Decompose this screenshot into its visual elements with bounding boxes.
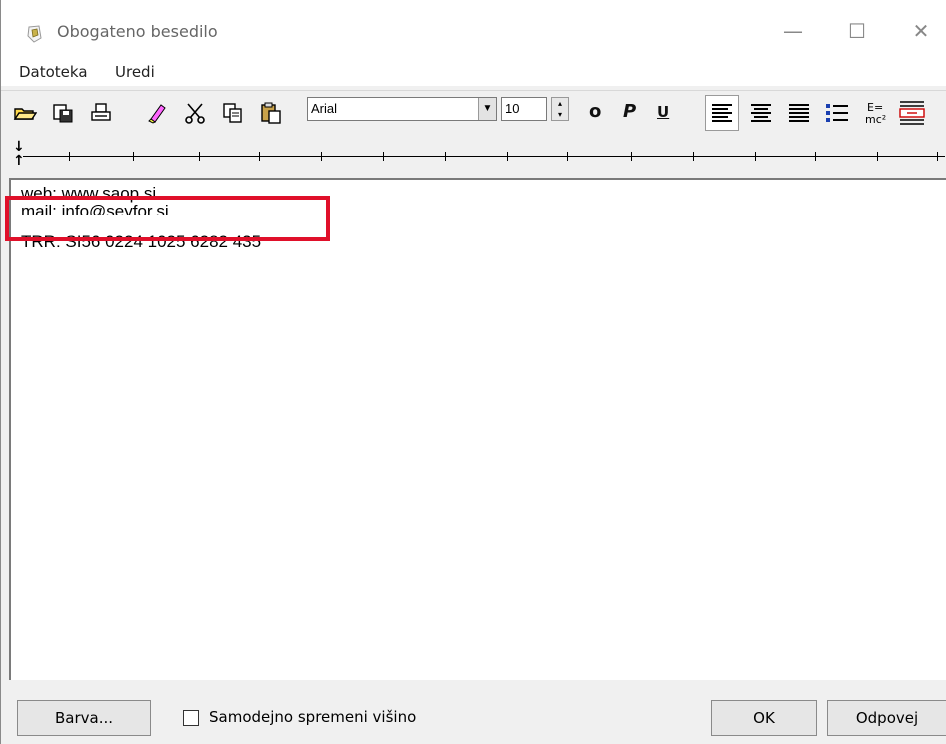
svg-text:mc²: mc² [865,113,886,126]
auto-height-checkbox[interactable] [183,710,199,726]
menu-edit[interactable]: Uredi [115,63,155,81]
highlight-box [5,196,330,241]
font-name-select[interactable]: Arial ▼ [307,97,497,121]
font-size-spinner[interactable]: ▴ ▾ [551,97,569,121]
align-left-button[interactable] [705,95,739,131]
ruler-tick [877,152,878,161]
italic-button[interactable]: P [623,101,636,122]
ruler-tick [755,152,756,161]
ruler-tick [259,152,260,161]
title-bar: Obogateno besedilo — ☐ ✕ [1,0,946,58]
close-button[interactable]: ✕ [901,16,941,46]
eraser-icon[interactable] [145,101,169,125]
dialog-footer: Barva... Samodejno spremeni višino OK Od… [1,682,946,744]
font-size-input[interactable]: 10 [501,97,547,121]
formatting-toolbar: Arial ▼ 10 ▴ ▾ o P U E= mc² [1,90,946,136]
insert-table-icon[interactable] [897,97,927,127]
equation-icon[interactable]: E= mc² [863,99,891,127]
ruler-tick [631,152,632,161]
align-center-icon[interactable] [747,99,775,127]
cancel-button[interactable]: Odpovej [827,700,946,736]
window-title: Obogateno besedilo [57,22,218,41]
rich-text-dialog: Obogateno besedilo — ☐ ✕ Datoteka Uredi [0,0,946,744]
font-name-value: Arial [311,101,338,116]
text-editor-area[interactable]: web: www.saop.si mail: info@seyfor.si TR… [9,178,946,680]
menu-file[interactable]: Datoteka [19,63,88,81]
print-icon[interactable] [89,101,113,125]
ruler-tick [383,152,384,161]
copy-icon[interactable] [221,101,245,125]
auto-height-label[interactable]: Samodejno spremeni višino [209,708,416,726]
align-left-icon [712,104,732,122]
save-icon[interactable] [51,101,75,125]
ruler-tick [133,152,134,161]
align-right-icon[interactable] [785,99,813,127]
ruler-tick [693,152,694,161]
ruler: ↓ ↑ [9,140,946,178]
underline-button[interactable]: U [657,103,669,121]
ruler-tick [445,152,446,161]
minimize-button[interactable]: — [773,16,813,46]
ok-button[interactable]: OK [711,700,817,736]
paste-icon[interactable] [259,101,283,125]
ruler-tick [321,152,322,161]
ruler-tick [815,152,816,161]
ruler-tick [199,152,200,161]
color-button[interactable]: Barva... [17,700,151,736]
maximize-button[interactable]: ☐ [837,16,877,46]
menu-bar: Datoteka Uredi [1,58,946,86]
ruler-tick [507,152,508,161]
ruler-tick [937,152,938,161]
bold-button[interactable]: o [589,101,601,122]
app-icon [27,25,42,43]
dropdown-arrow-icon[interactable]: ▼ [478,98,496,120]
bullet-list-icon[interactable] [823,99,851,127]
cut-icon[interactable] [183,101,207,125]
ruler-tick [69,152,70,161]
ruler-line [23,156,945,157]
ruler-tick [567,152,568,161]
open-icon[interactable] [13,101,37,125]
indent-marker-icon[interactable]: ↓ ↑ [13,140,25,168]
